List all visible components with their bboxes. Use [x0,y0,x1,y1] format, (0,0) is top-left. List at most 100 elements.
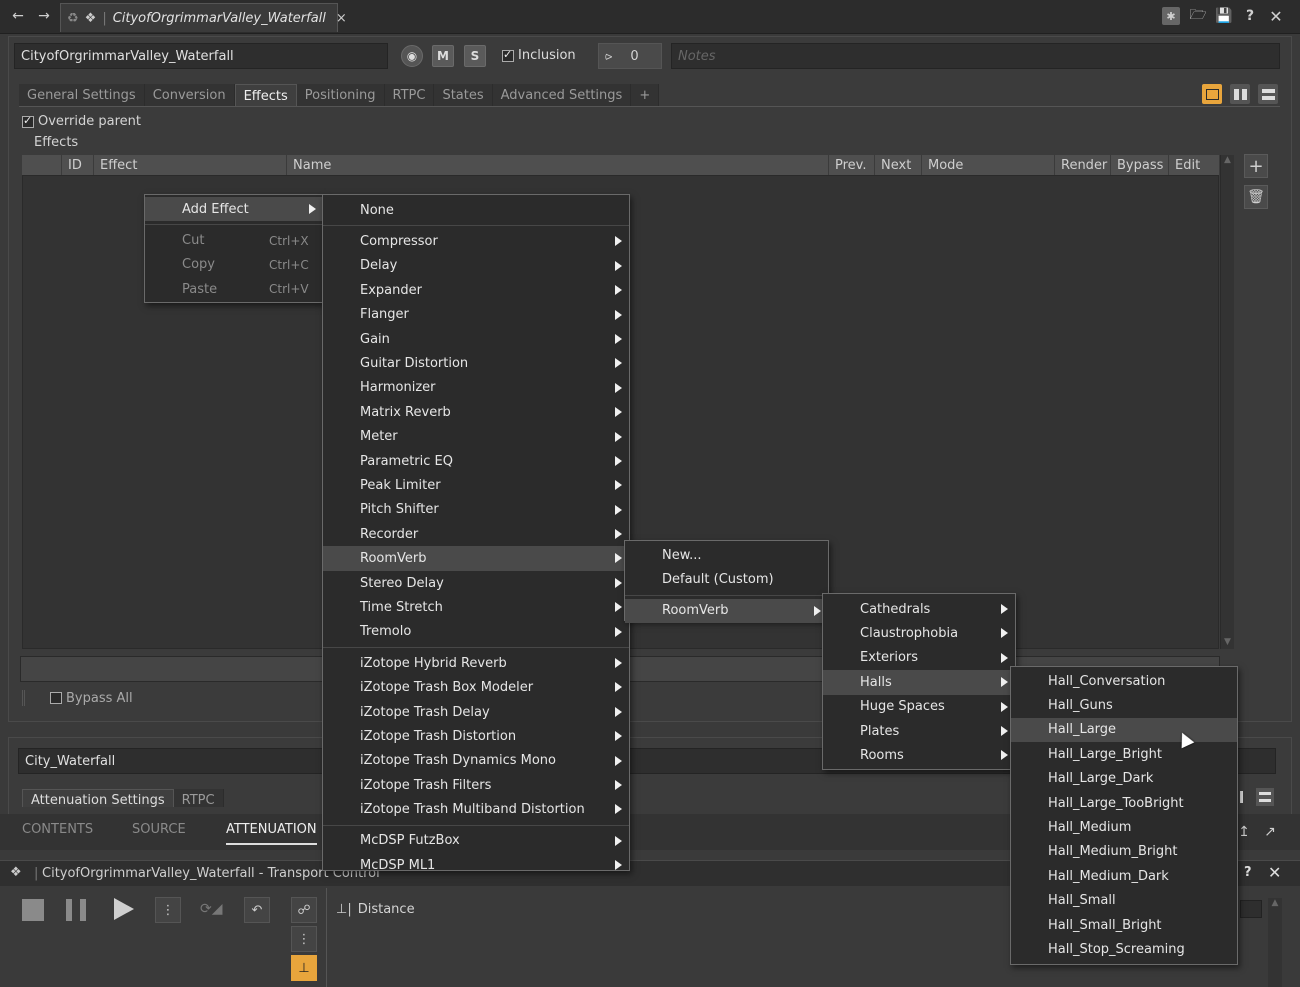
distance-icon[interactable]: ⊥ [291,955,317,981]
menu-item-tremolo[interactable]: Tremolo [323,620,629,644]
menu-item-izotope-trash-filters[interactable]: iZotope Trash Filters [323,773,629,797]
inclusion-toggle[interactable]: Inclusion [502,48,576,63]
column-mode[interactable]: Mode [922,155,1055,175]
menu-item-roomverb-presets[interactable]: RoomVerb [625,598,828,624]
menu-item-peak-limiter[interactable]: Peak Limiter [323,473,629,497]
menu-item-mcdsp-ml1[interactable]: McDSP ML1 [323,853,629,877]
layout-columns-icon[interactable] [1230,84,1250,104]
menu-item-halls[interactable]: Halls [823,670,1015,695]
scroll-up-icon-2[interactable]: ▲ [1268,898,1282,908]
menu-item-add-effect[interactable]: Add Effect [145,197,323,222]
tab-general-settings[interactable]: General Settings [19,84,145,107]
menu-item-plates[interactable]: Plates [823,719,1015,743]
brace-icon[interactable]: ⋮ [155,897,181,923]
help-icon-2[interactable]: ? [1244,865,1252,880]
tab-conversion[interactable]: Conversion [144,84,235,107]
menu-item-izotope-trash-multiband-distortion[interactable]: iZotope Trash Multiband Distortion [323,797,629,821]
menu-item-harmonizer[interactable]: Harmonizer [323,376,629,400]
document-tab[interactable]: ♻ ❖ | CityofOrgrimmarValley_Waterfall × [60,3,347,32]
menu-item-recorder[interactable]: Recorder [323,522,629,546]
column-next[interactable]: Next [875,155,922,175]
menu-item-paste[interactable]: Paste Ctrl+V [145,277,323,301]
column-render[interactable]: Render [1055,155,1111,175]
notes-field[interactable]: Notes [671,43,1280,69]
menu-item-hall-small[interactable]: Hall_Small [1011,889,1237,913]
pause-icon[interactable] [66,899,86,921]
pop-out-icon[interactable]: ↗ [1262,824,1278,840]
tab-positioning[interactable]: Positioning [296,84,385,107]
menu-item-mcdsp-futzbox[interactable]: McDSP FutzBox [323,829,629,853]
menu-item-cathedrals[interactable]: Cathedrals [823,597,1015,621]
solo-button[interactable]: S [464,45,486,67]
menu-item-time-stretch[interactable]: Time Stretch [323,595,629,619]
column-id[interactable]: ID [62,155,94,175]
object-name-field[interactable]: CityofOrgrimmarValley_Waterfall [14,43,388,69]
menu-item-flanger[interactable]: Flanger [323,303,629,327]
menu-item-huge-spaces[interactable]: Huge Spaces [823,695,1015,719]
menu-item-hall-guns[interactable]: Hall_Guns [1011,693,1237,717]
menu-item-hall-medium[interactable]: Hall_Medium [1011,815,1237,839]
bypass-all-checkbox[interactable] [50,692,62,704]
menu-item-izotope-trash-delay[interactable]: iZotope Trash Delay [323,700,629,724]
tab-effects[interactable]: Effects [234,84,297,107]
effects-scrollbar[interactable]: ▲ ▼ [1220,155,1234,649]
tab-attenuation-rtpc[interactable]: RTPC [173,789,224,807]
delete-effect-icon[interactable]: 🗑 [1244,185,1268,209]
column-name[interactable]: Name [287,155,829,175]
menu-item-stereo-delay[interactable]: Stereo Delay [323,571,629,595]
tab-attenuation[interactable]: ATTENUATION [226,822,317,845]
menu-item-compressor[interactable]: Compressor [323,229,629,253]
column-edit[interactable]: Edit [1169,155,1217,175]
add-effect-icon[interactable]: + [1244,154,1268,178]
menu-item-izotope-hybrid-reverb[interactable]: iZotope Hybrid Reverb [323,651,629,675]
scroll-down-icon[interactable]: ▼ [1221,637,1234,647]
bypass-all-toggle[interactable]: Bypass All [22,690,133,706]
menu-item-matrix-reverb[interactable]: Matrix Reverb [323,400,629,424]
reset-icon[interactable]: ↶ [244,897,270,923]
layout-single-icon[interactable] [1202,84,1222,104]
color-palette-icon[interactable]: ◉ [401,45,423,67]
tab-advanced-settings[interactable]: Advanced Settings [492,84,632,107]
mute-button[interactable]: M [432,45,454,67]
menu-item-none[interactable]: None [323,198,629,222]
close-window-icon[interactable]: ✕ [1266,6,1286,26]
menu-item-hall-small-bright[interactable]: Hall_Small_Bright [1011,913,1237,937]
menu-item-hall-large-toobright[interactable]: Hall_Large_TooBright [1011,791,1237,815]
help-icon[interactable]: ? [1240,6,1260,26]
dock-up-icon[interactable]: ↥ [1236,824,1252,840]
menu-item-expander[interactable]: Expander [323,278,629,302]
menu-item-hall-medium-dark[interactable]: Hall_Medium_Dark [1011,864,1237,888]
menu-item-guitar-distortion[interactable]: Guitar Distortion [323,351,629,375]
column-prev[interactable]: Prev. [829,155,875,175]
tab-rtpc[interactable]: RTPC [384,84,435,107]
layout-rows-icon-2[interactable] [1256,788,1274,806]
menu-item-new[interactable]: New... [625,543,828,567]
override-parent-toggle[interactable]: Override parent [22,114,141,129]
pin-icon[interactable]: ✱ [1162,7,1180,25]
menu-item-hall-large[interactable]: Hall_Large [1011,717,1237,743]
menu-item-gain[interactable]: Gain [323,327,629,351]
folder-icon[interactable]: 🗁 [1188,6,1208,26]
tab-source[interactable]: SOURCE [132,822,186,837]
forward-arrow-icon[interactable]: → [34,6,54,26]
inclusion-checkbox[interactable] [502,48,514,62]
menu-item-hall-conversation[interactable]: Hall_Conversation [1011,669,1237,693]
menu-item-meter[interactable]: Meter [323,425,629,449]
layout-rows-icon[interactable] [1258,84,1278,104]
menu-item-default-custom[interactable]: Default (Custom) [625,567,828,591]
menu-item-parametric-eq[interactable]: Parametric EQ [323,449,629,473]
menu-item-hall-large-bright[interactable]: Hall_Large_Bright [1011,742,1237,766]
menu-item-hall-medium-bright[interactable]: Hall_Medium_Bright [1011,840,1237,864]
column-bypass[interactable]: Bypass [1111,155,1169,175]
stop-icon[interactable] [22,899,44,921]
column-effect[interactable]: Effect [94,155,287,175]
menu-item-rooms[interactable]: Rooms [823,743,1015,767]
menu-item-hall-stop-screaming[interactable]: Hall_Stop_Screaming [1011,937,1237,961]
menu-item-exteriors[interactable]: Exteriors [823,646,1015,670]
menu-item-pitch-shifter[interactable]: Pitch Shifter [323,498,629,522]
add-tab-button[interactable]: + [631,84,660,107]
transport-scrollbar[interactable]: ▲ [1268,898,1282,987]
menu-item-hall-large-dark[interactable]: Hall_Large_Dark [1011,767,1237,791]
scroll-up-icon[interactable]: ▲ [1221,155,1234,165]
share-button[interactable]: ⪧ 0 [598,43,662,69]
